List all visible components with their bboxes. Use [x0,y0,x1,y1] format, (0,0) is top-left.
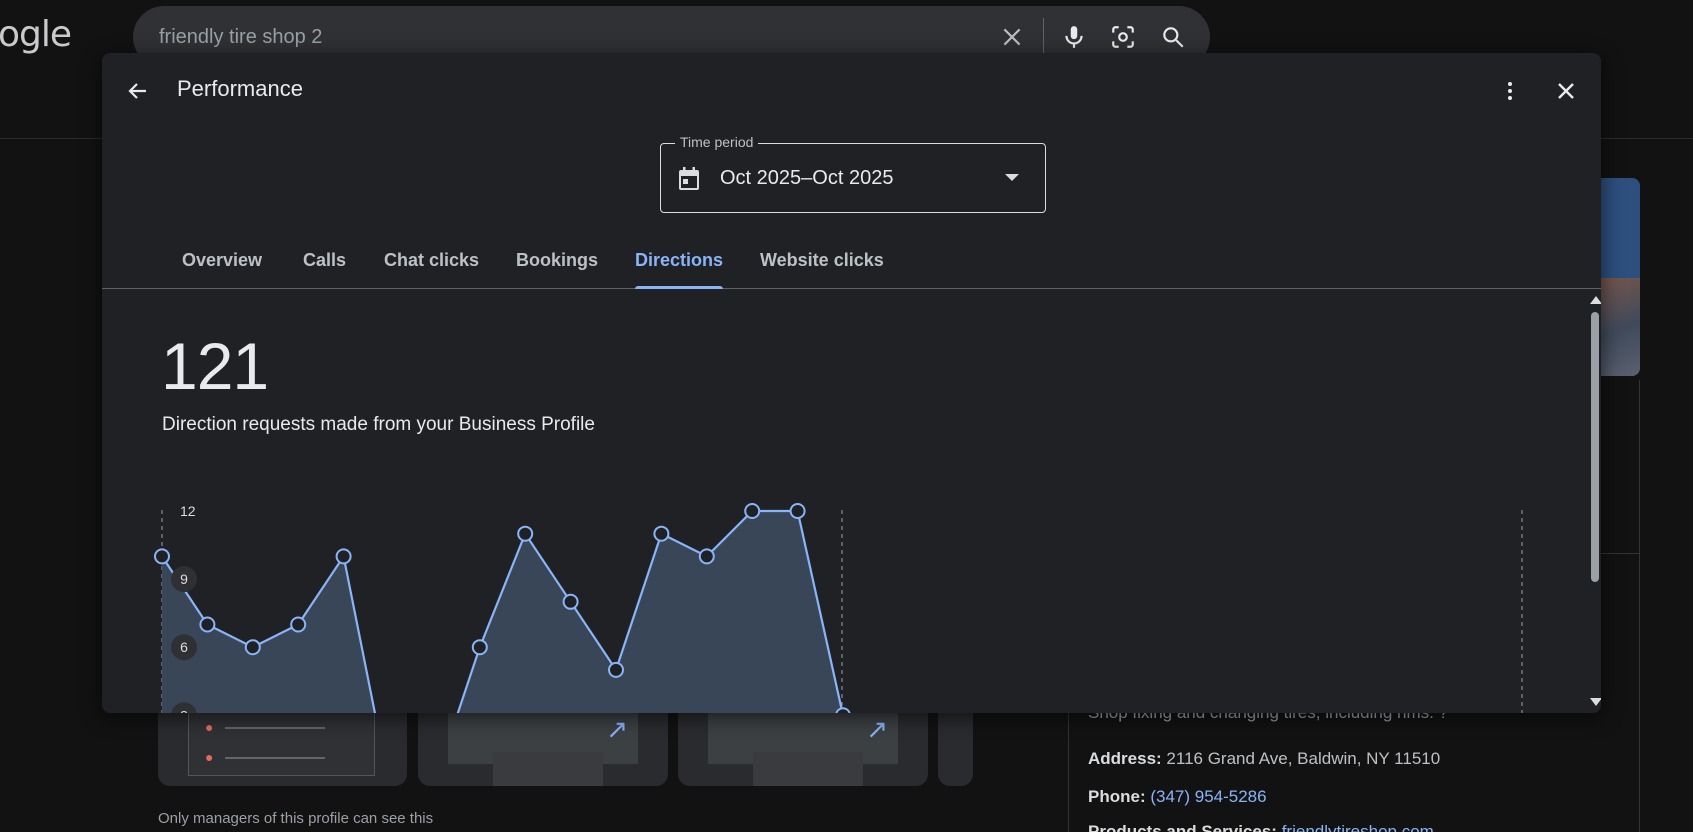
insight-tile[interactable]: ↗ [678,704,928,786]
address-label: Address: [1088,749,1162,768]
chart-data-point [199,616,216,633]
tab-website-clicks[interactable]: Website clicks [760,248,884,289]
chart-data-point [471,639,488,656]
tile-line [225,757,325,759]
performance-dialog: Performance Time period Oct 2025–Oct 202… [102,53,1601,713]
pin-icon: ● [205,719,214,735]
scrollbar[interactable] [1589,290,1601,713]
phone-link[interactable]: (347) 954-5286 [1150,787,1266,806]
apps-icon[interactable]: ⋮ [1688,24,1693,50]
tab-bookings[interactable]: Bookings [516,248,598,289]
chart-data-point [517,525,534,542]
tab-overview[interactable]: Overview [182,248,262,289]
products-link[interactable]: friendlytireshop.com [1282,822,1434,832]
close-icon [1558,83,1574,99]
chart-data-point [653,525,670,542]
close-button[interactable] [1548,73,1584,109]
trending-up-icon: ↗ [866,714,888,744]
tab-label: Calls [303,250,347,270]
panel-border [1068,700,1069,832]
time-period-select[interactable]: Time period Oct 2025–Oct 2025 [660,134,1046,213]
products-label: Products and Services: [1088,822,1277,832]
more-options-button[interactable] [1492,73,1528,109]
chart-data-point [698,548,715,565]
search-icon[interactable] [1160,24,1186,50]
back-button[interactable] [120,73,156,109]
chart-data-point [335,548,352,565]
tab-calls[interactable]: Calls [303,248,346,289]
managers-note: Only managers of this profile can see th… [158,810,434,827]
chart-area [162,511,843,713]
time-period-value: Oct 2025–Oct 2025 [720,167,894,189]
tab-label: Overview [182,250,263,270]
scroll-thumb[interactable] [1591,312,1599,582]
y-tick-label: 3 [180,707,188,713]
chart-data-point [244,639,261,656]
more-vert-icon [1508,82,1512,100]
y-tick-label: 9 [180,571,188,587]
camera-icon[interactable] [1110,24,1136,50]
dialog-title: Performance [177,76,303,101]
dialog-header: Performance [102,53,1601,125]
address-value[interactable]: 2116 Grand Ave, Baldwin, NY 11510 [1166,749,1440,768]
clear-icon[interactable] [999,24,1025,50]
google-logo[interactable]: ogle [0,14,72,55]
insight-tile[interactable]: ↗ [418,704,668,786]
dropdown-arrow-icon [1005,174,1019,181]
active-tab-indicator [635,286,724,289]
directions-chart: 12 9 6 3 [154,503,1523,713]
products-row: Products and Services: friendlytireshop.… [1088,822,1434,832]
tile-document [493,752,603,786]
divider [1043,18,1044,56]
directions-panel: 121 Direction requests made from your Bu… [102,290,1589,713]
calendar-icon [677,166,701,197]
chart-data-point [154,548,170,565]
tab-label: Chat clicks [384,250,480,270]
y-tick-label: 12 [180,503,196,519]
phone-label: Phone: [1088,787,1146,806]
pin-icon: ● [205,749,214,765]
trending-up-icon: ↗ [606,714,628,744]
panel-border-right [1639,380,1640,832]
chart-data-point [835,707,851,713]
tab-label: Bookings [516,250,599,270]
chart-data-point [290,616,307,633]
chart-data-point [789,503,806,519]
address-row: Address: 2116 Grand Ave, Baldwin, NY 115… [1088,749,1440,769]
chart-data-point [562,593,579,610]
time-period-label: Time period [675,134,759,150]
tab-label: Website clicks [760,250,884,270]
tile-preview: ● ● [188,704,375,776]
chart-data-point [744,503,761,519]
tab-label: Directions [635,250,724,270]
arrow-back-icon [128,83,146,99]
metric-tabs: Overview Calls Chat clicks Bookings Dire… [102,248,1601,289]
scroll-up-arrow[interactable] [1590,296,1601,304]
tab-directions[interactable]: Directions [633,248,725,289]
microphone-icon[interactable] [1061,24,1087,50]
y-tick-label: 6 [180,639,188,655]
scroll-down-arrow[interactable] [1590,698,1601,706]
search-input[interactable]: friendly tire shop 2 [159,26,322,49]
insight-tile[interactable] [938,704,973,786]
phone-row: Phone: (347) 954-5286 [1088,787,1267,807]
tile-line [225,727,325,729]
insight-tile[interactable]: ● ● [158,704,407,786]
chart-data-point [608,661,624,678]
tab-chat-clicks[interactable]: Chat clicks [384,248,479,289]
tile-document [753,752,863,786]
